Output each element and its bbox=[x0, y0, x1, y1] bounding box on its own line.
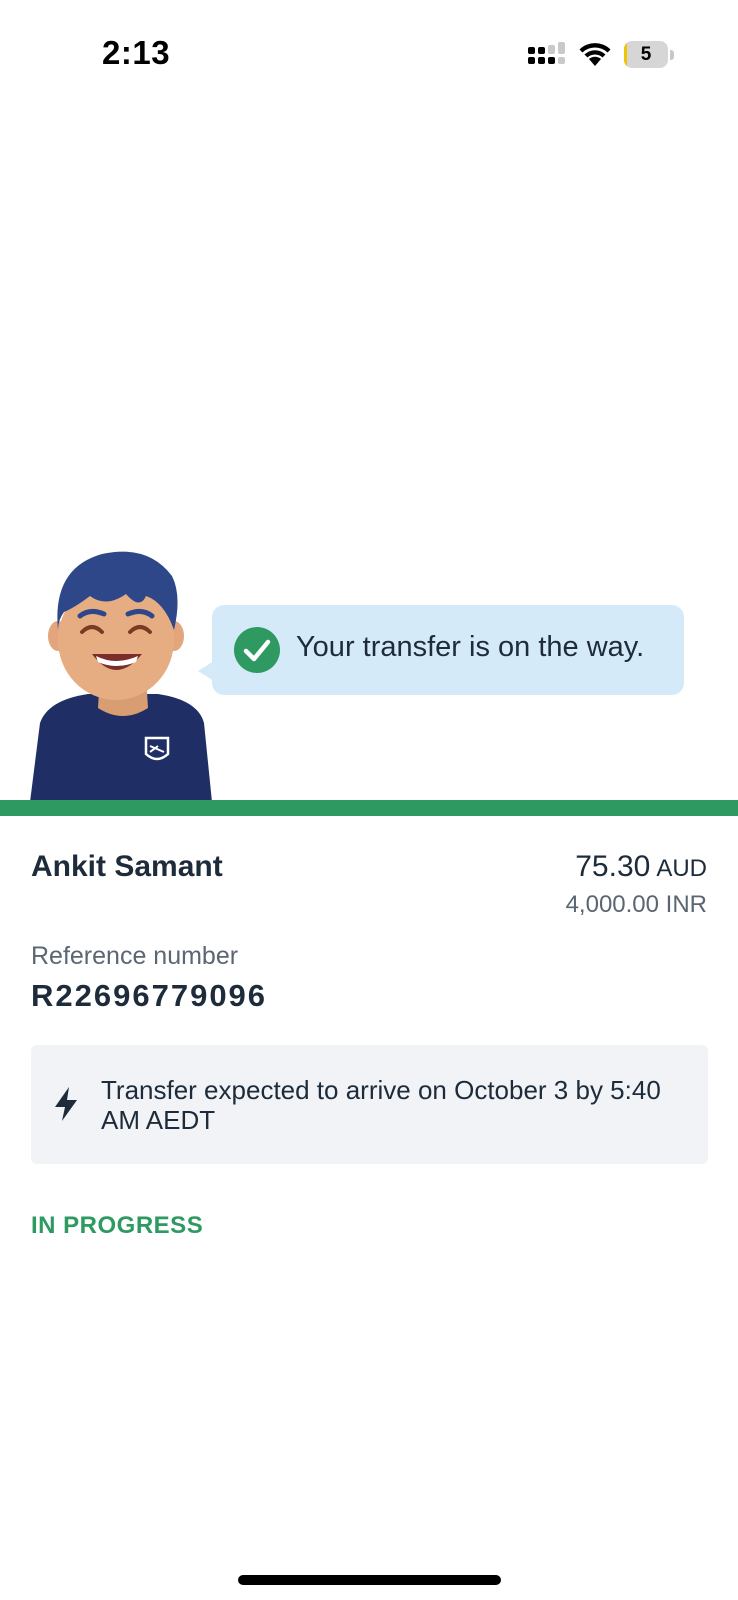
send-amount-value: 75.30 bbox=[575, 850, 651, 883]
recipient-name: Ankit Samant bbox=[31, 850, 223, 883]
check-circle-icon bbox=[234, 627, 280, 673]
lightning-bolt-icon bbox=[55, 1087, 77, 1121]
transfer-status: IN PROGRESS bbox=[31, 1212, 204, 1239]
status-time: 2:13 bbox=[102, 34, 171, 71]
reference-label: Reference number bbox=[31, 942, 239, 970]
support-agent-avatar bbox=[30, 551, 212, 802]
send-amount: 75.30 AUD bbox=[575, 850, 707, 884]
home-indicator[interactable] bbox=[238, 1575, 501, 1585]
status-bar: 2:13 5 bbox=[0, 0, 738, 110]
battery-indicator: 5 bbox=[624, 41, 674, 68]
reference-number: R22696779096 bbox=[31, 978, 268, 1013]
arrival-estimate-card: Transfer expected to arrive on October 3… bbox=[31, 1045, 708, 1164]
status-message: Your transfer is on the way. bbox=[296, 631, 645, 663]
receive-amount: 4,000.00 INR bbox=[565, 891, 707, 918]
send-currency: AUD bbox=[656, 855, 707, 882]
arrival-estimate-text: Transfer expected to arrive on October 3… bbox=[101, 1075, 661, 1135]
transfer-progress-bar bbox=[0, 800, 738, 816]
status-message-bubble: Your transfer is on the way. bbox=[198, 605, 684, 695]
cellular-signal-icon bbox=[528, 42, 565, 64]
wifi-icon bbox=[579, 43, 611, 66]
battery-level: 5 bbox=[640, 44, 652, 65]
